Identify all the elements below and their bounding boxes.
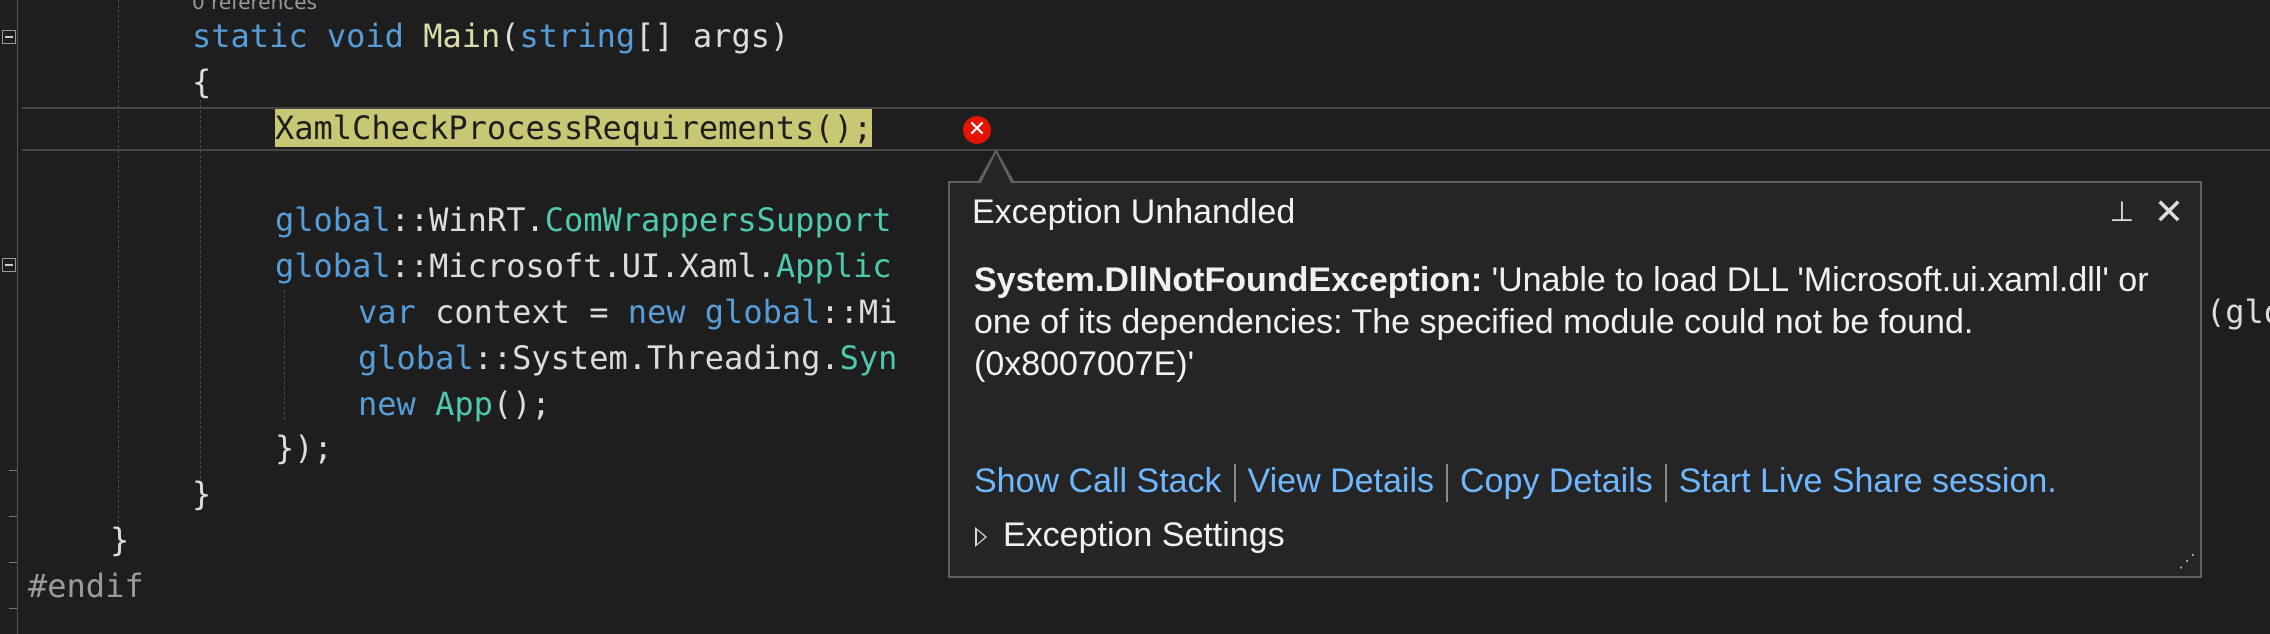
gutter-line — [17, 0, 18, 634]
code-text: ::Microsoft.UI.Xaml. — [390, 247, 776, 285]
live-share-link[interactable]: Start Live Share session. — [1679, 462, 2057, 500]
code-text: (); — [814, 109, 873, 147]
exception-highlight: XamlCheckProcessRequirements(); — [275, 109, 873, 147]
popup-title: Exception Unhandled — [972, 193, 1296, 231]
method-call: XamlCheckProcessRequirements — [275, 109, 815, 147]
code-line[interactable]: global::WinRT.ComWrappersSupport — [275, 200, 892, 240]
fold-collapse-icon[interactable] — [2, 258, 16, 272]
exception-message: System.DllNotFoundException: 'Unable to … — [974, 259, 2164, 385]
copy-details-link[interactable]: Copy Details — [1460, 462, 1653, 500]
fold-end-marker — [9, 562, 17, 563]
resize-grip-icon[interactable]: ⋰ — [2174, 550, 2196, 572]
error-icon[interactable]: ✕ — [963, 116, 991, 144]
fold-end-marker — [9, 470, 17, 471]
code-line-open-brace[interactable]: { — [192, 62, 211, 102]
keyword: var — [358, 293, 416, 331]
exception-popup: Exception Unhandled ⊥ ✕ System.DllNotFou… — [948, 181, 2202, 578]
fold-collapse-icon[interactable] — [2, 30, 16, 44]
code-text: context = — [415, 293, 628, 331]
code-line-current-statement[interactable]: XamlCheckProcessRequirements(); — [275, 108, 873, 148]
indent-guide — [200, 100, 201, 494]
expand-triangle-icon — [974, 525, 987, 549]
punctuation: ( — [500, 17, 520, 55]
popup-pointer-inner — [981, 153, 1011, 183]
link-separator — [1664, 464, 1667, 503]
type-name: App — [435, 385, 493, 423]
code-line[interactable]: global::System.Threading.Syn — [358, 338, 897, 378]
keyword: global — [704, 293, 821, 331]
keyword: string — [519, 17, 636, 55]
code-text: (glo — [2206, 293, 2270, 331]
exception-actions: Show Call Stack View Details Copy Details S… — [974, 459, 2057, 503]
code-line[interactable]: }); — [275, 428, 333, 468]
keyword: global — [275, 201, 391, 239]
indent-guide — [118, 0, 119, 538]
code-text: (); — [492, 385, 551, 423]
exception-settings-toggle[interactable]: Exception Settings — [974, 513, 1285, 557]
code-line-main[interactable]: static void Main(string[] args) — [192, 16, 789, 56]
indent-guide — [284, 290, 285, 420]
close-icon[interactable]: ✕ — [2150, 193, 2188, 231]
keyword: new — [358, 385, 416, 423]
view-details-link[interactable]: View Details — [1248, 462, 1434, 500]
editor-gutter — [0, 0, 24, 634]
code-line[interactable]: } — [110, 520, 129, 560]
type-name: ComWrappersSupport — [544, 201, 892, 239]
code-text: ::WinRT. — [390, 201, 545, 239]
code-line[interactable]: new App(); — [358, 384, 551, 424]
keyword: void — [326, 17, 404, 55]
pin-icon[interactable]: ⊥ — [2108, 195, 2136, 229]
codelens-references[interactable]: 0 references — [192, 0, 317, 14]
link-separator — [1446, 464, 1448, 503]
exception-type: System.DllNotFoundException: — [974, 261, 1483, 299]
code-text: ::Mi — [820, 293, 898, 331]
fold-end-marker — [9, 516, 17, 517]
fold-end-marker — [9, 608, 17, 609]
exception-settings-label: Exception Settings — [1003, 516, 1285, 554]
code-text: [] args) — [635, 17, 790, 55]
code-line[interactable]: } — [192, 474, 211, 514]
keyword: global — [358, 339, 474, 377]
code-line[interactable]: global::Microsoft.UI.Xaml.Applic — [275, 246, 892, 286]
method-name: Main — [423, 17, 501, 55]
show-call-stack-link[interactable]: Show Call Stack — [974, 462, 1222, 500]
keyword: global — [275, 247, 391, 285]
keyword: new — [627, 293, 686, 331]
code-line[interactable]: var context = new global::Mi — [358, 292, 897, 332]
code-line-preprocessor[interactable]: #endif — [28, 566, 144, 606]
code-line-overflow: (glo — [2206, 292, 2270, 332]
code-text: ::System.Threading. — [473, 339, 840, 377]
type-name: Syn — [839, 339, 898, 377]
type-name: Applic — [775, 247, 892, 285]
link-separator — [1233, 464, 1236, 503]
keyword: static — [192, 17, 308, 55]
